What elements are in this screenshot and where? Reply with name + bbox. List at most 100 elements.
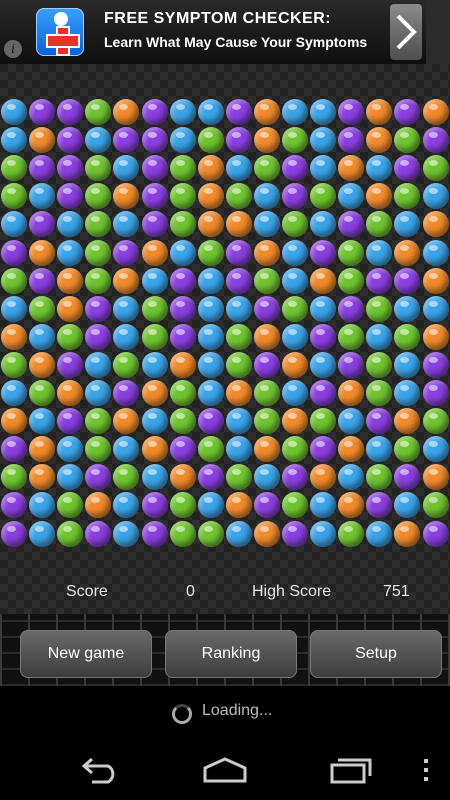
gem[interactable] xyxy=(423,380,449,406)
gem[interactable] xyxy=(198,380,224,406)
gem[interactable] xyxy=(226,99,252,125)
gem[interactable] xyxy=(254,155,280,181)
gem[interactable] xyxy=(85,352,111,378)
gem[interactable] xyxy=(1,464,27,490)
gem[interactable] xyxy=(394,211,420,237)
gem[interactable] xyxy=(366,464,392,490)
gem[interactable] xyxy=(170,296,196,322)
gem[interactable] xyxy=(338,380,364,406)
gem[interactable] xyxy=(282,464,308,490)
gem[interactable] xyxy=(113,408,139,434)
gem[interactable] xyxy=(57,492,83,518)
gem[interactable] xyxy=(338,521,364,547)
gem[interactable] xyxy=(57,521,83,547)
gem[interactable] xyxy=(394,436,420,462)
gem[interactable] xyxy=(226,183,252,209)
gem[interactable] xyxy=(57,380,83,406)
gem[interactable] xyxy=(254,492,280,518)
gem[interactable] xyxy=(29,464,55,490)
gem[interactable] xyxy=(254,436,280,462)
gem[interactable] xyxy=(423,183,449,209)
gem[interactable] xyxy=(57,464,83,490)
gem[interactable] xyxy=(366,155,392,181)
gem[interactable] xyxy=(113,464,139,490)
gem[interactable] xyxy=(423,464,449,490)
gem[interactable] xyxy=(170,211,196,237)
gem[interactable] xyxy=(226,324,252,350)
gem[interactable] xyxy=(394,183,420,209)
gem[interactable] xyxy=(366,99,392,125)
gem[interactable] xyxy=(423,521,449,547)
gem[interactable] xyxy=(1,324,27,350)
gem[interactable] xyxy=(57,99,83,125)
gem[interactable] xyxy=(198,99,224,125)
gem[interactable] xyxy=(142,436,168,462)
gem[interactable] xyxy=(310,492,336,518)
gem[interactable] xyxy=(226,464,252,490)
gem[interactable] xyxy=(85,380,111,406)
gem[interactable] xyxy=(198,155,224,181)
gem[interactable] xyxy=(366,380,392,406)
gem[interactable] xyxy=(198,521,224,547)
gem[interactable] xyxy=(170,324,196,350)
gem[interactable] xyxy=(85,99,111,125)
gem[interactable] xyxy=(113,380,139,406)
gem[interactable] xyxy=(366,268,392,294)
gem[interactable] xyxy=(394,380,420,406)
gem[interactable] xyxy=(366,127,392,153)
ranking-button[interactable]: Ranking xyxy=(165,630,297,678)
gem[interactable] xyxy=(310,155,336,181)
gem[interactable] xyxy=(310,408,336,434)
gem[interactable] xyxy=(170,240,196,266)
gem[interactable] xyxy=(198,268,224,294)
gem[interactable] xyxy=(1,268,27,294)
gem[interactable] xyxy=(366,492,392,518)
gem[interactable] xyxy=(226,521,252,547)
gem[interactable] xyxy=(29,155,55,181)
gem[interactable] xyxy=(170,268,196,294)
gem[interactable] xyxy=(366,352,392,378)
gem[interactable] xyxy=(85,408,111,434)
gem[interactable] xyxy=(254,211,280,237)
gem[interactable] xyxy=(198,183,224,209)
gem[interactable] xyxy=(366,436,392,462)
gem[interactable] xyxy=(142,155,168,181)
gem[interactable] xyxy=(113,99,139,125)
gem[interactable] xyxy=(423,211,449,237)
gem[interactable] xyxy=(142,521,168,547)
gem[interactable] xyxy=(394,408,420,434)
gem[interactable] xyxy=(310,211,336,237)
gem[interactable] xyxy=(29,183,55,209)
gem[interactable] xyxy=(85,324,111,350)
gem[interactable] xyxy=(142,408,168,434)
gem[interactable] xyxy=(198,296,224,322)
gem[interactable] xyxy=(85,436,111,462)
gem[interactable] xyxy=(85,464,111,490)
gem[interactable] xyxy=(226,296,252,322)
gem[interactable] xyxy=(198,324,224,350)
gem[interactable] xyxy=(254,268,280,294)
gem[interactable] xyxy=(170,492,196,518)
gem[interactable] xyxy=(282,211,308,237)
gem[interactable] xyxy=(282,352,308,378)
gem[interactable] xyxy=(198,127,224,153)
gem[interactable] xyxy=(198,436,224,462)
home-icon[interactable] xyxy=(202,756,248,784)
gem[interactable] xyxy=(170,127,196,153)
gem[interactable] xyxy=(338,352,364,378)
gem[interactable] xyxy=(29,99,55,125)
gem[interactable] xyxy=(85,268,111,294)
gem[interactable] xyxy=(394,296,420,322)
gem[interactable] xyxy=(282,240,308,266)
gem[interactable] xyxy=(57,436,83,462)
gem[interactable] xyxy=(1,492,27,518)
gem[interactable] xyxy=(338,436,364,462)
gem[interactable] xyxy=(113,436,139,462)
gem[interactable] xyxy=(394,99,420,125)
new-game-button[interactable]: New game xyxy=(20,630,152,678)
gem[interactable] xyxy=(198,492,224,518)
gem[interactable] xyxy=(423,240,449,266)
gem[interactable] xyxy=(29,492,55,518)
gem[interactable] xyxy=(338,211,364,237)
gem[interactable] xyxy=(423,268,449,294)
